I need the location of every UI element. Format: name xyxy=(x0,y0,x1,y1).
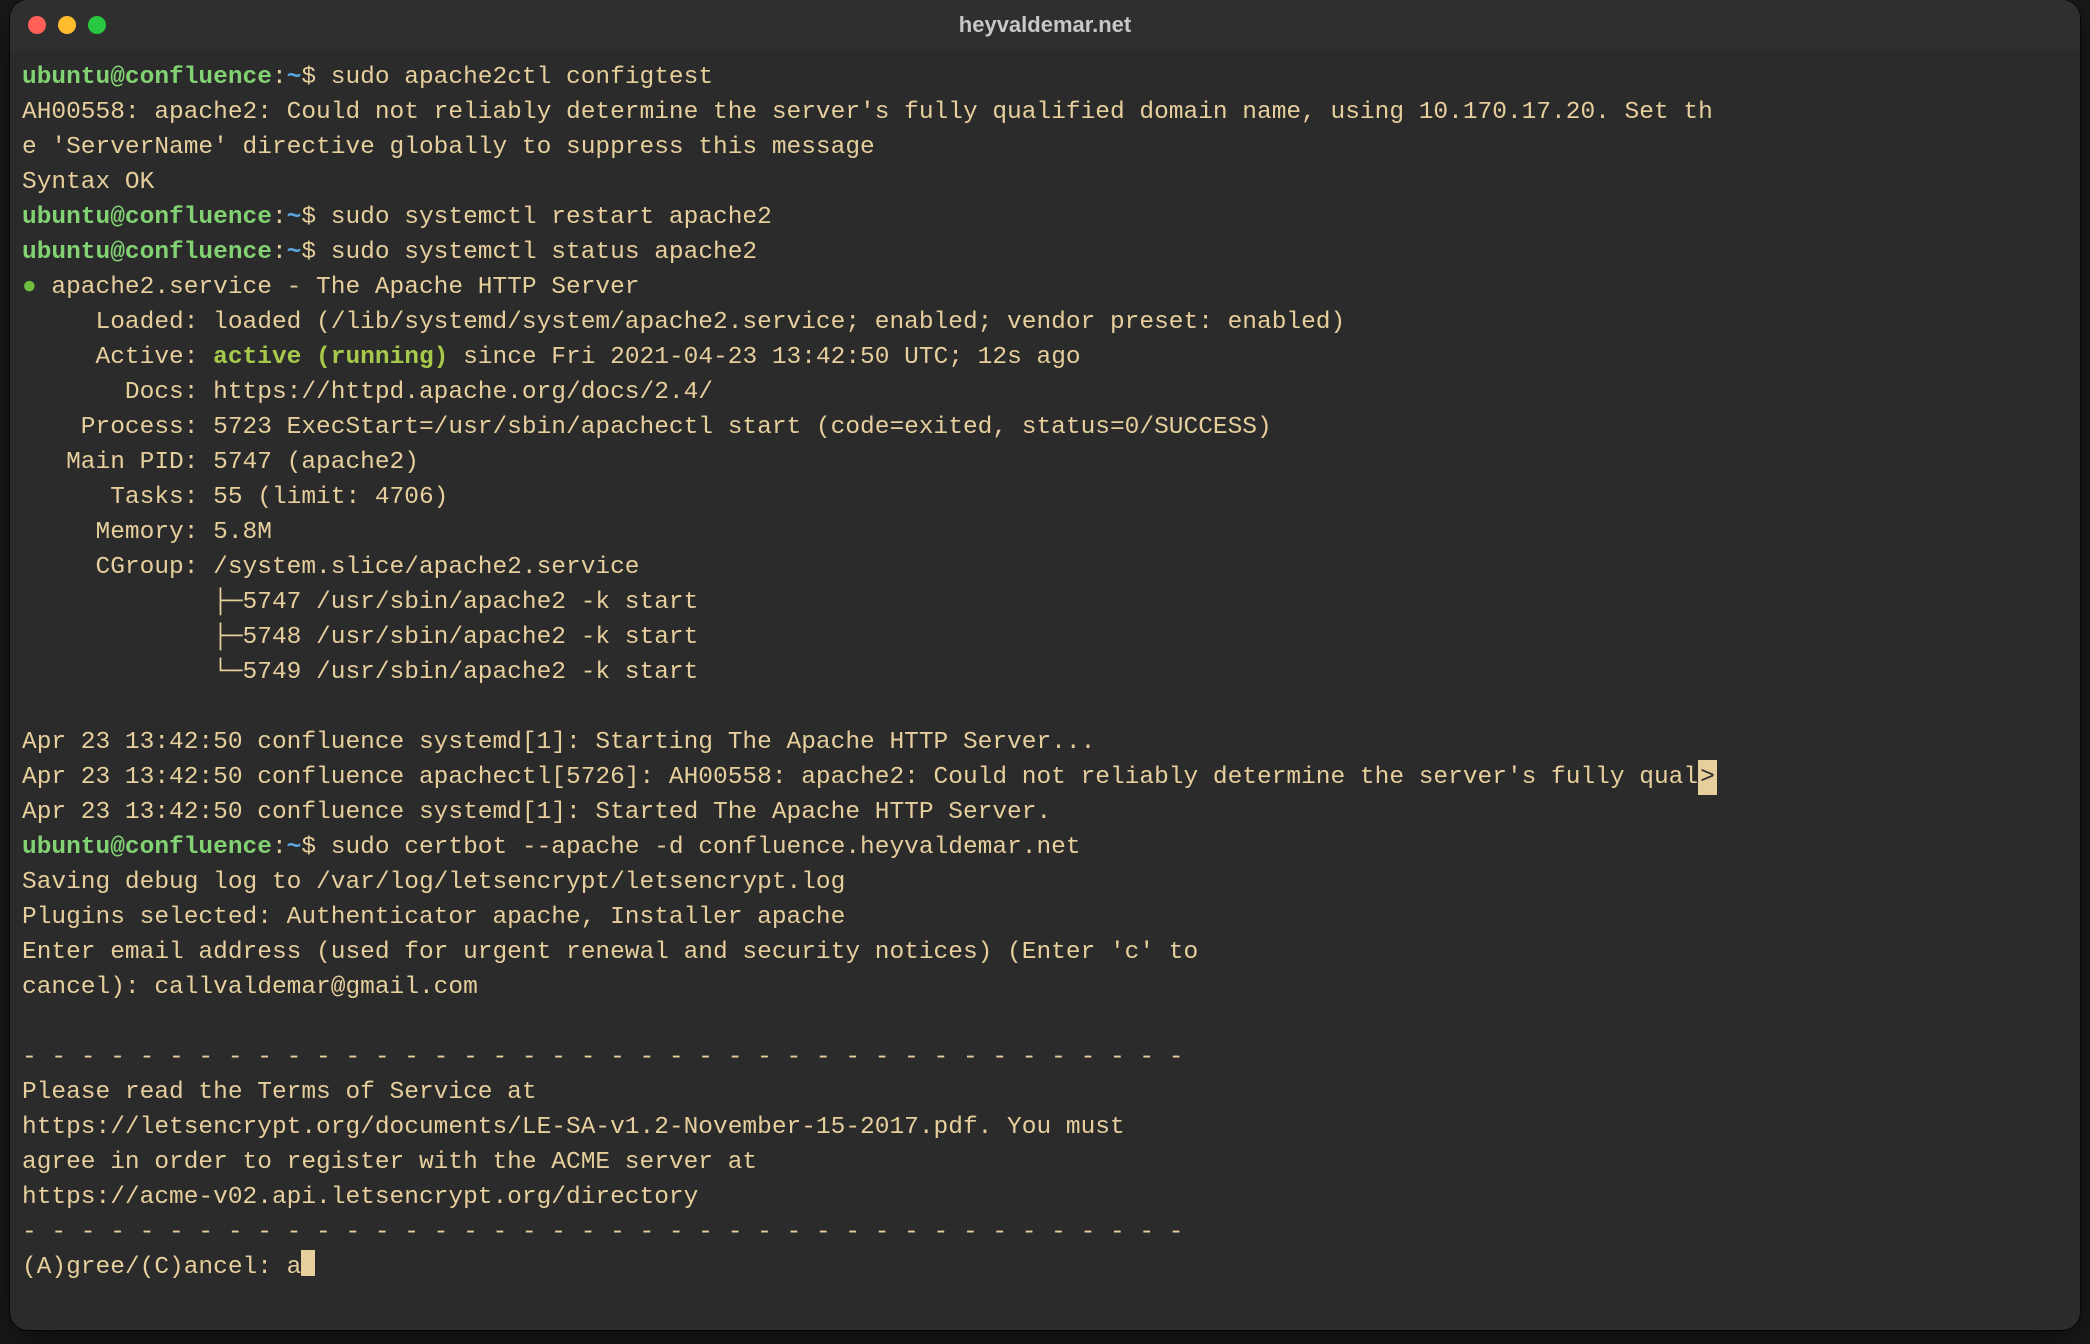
prompt-user: ubuntu xyxy=(22,239,110,266)
prompt-host: confluence xyxy=(125,64,272,91)
certbot-line: Plugins selected: Authenticator apache, … xyxy=(22,904,845,931)
window-controls xyxy=(28,16,106,34)
prompt-host: confluence xyxy=(125,834,272,861)
prompt-user: ubuntu xyxy=(22,64,110,91)
prompt-at: @ xyxy=(110,64,125,91)
prompt-path: ~ xyxy=(287,239,302,266)
output-line: AH00558: apache2: Could not reliably det… xyxy=(22,99,1713,126)
zoom-icon[interactable] xyxy=(88,16,106,34)
close-icon[interactable] xyxy=(28,16,46,34)
prompt-path: ~ xyxy=(287,834,302,861)
prompt-path: ~ xyxy=(287,204,302,231)
prompt-path: ~ xyxy=(287,64,302,91)
tos-line: agree in order to register with the ACME… xyxy=(22,1149,757,1176)
service-header: apache2.service - The Apache HTTP Server xyxy=(51,274,639,301)
service-mainpid: Main PID: 5747 (apache2) xyxy=(22,449,419,476)
status-bullet-icon: ● xyxy=(22,274,37,301)
prompt-at: @ xyxy=(110,834,125,861)
command-2: sudo systemctl restart apache2 xyxy=(331,204,772,231)
prompt-symbol: $ xyxy=(301,204,316,231)
journal-line: Apr 23 13:42:50 confluence systemd[1]: S… xyxy=(22,799,1051,826)
service-active-label: Active: xyxy=(22,344,213,371)
service-process: Process: 5723 ExecStart=/usr/sbin/apache… xyxy=(22,414,1272,441)
service-active-rest: since Fri 2021-04-23 13:42:50 UTC; 12s a… xyxy=(448,344,1080,371)
certbot-line: Saving debug log to /var/log/letsencrypt… xyxy=(22,869,845,896)
prompt-symbol: $ xyxy=(301,64,316,91)
service-memory: Memory: 5.8M xyxy=(22,519,272,546)
service-tree: └─5749 /usr/sbin/apache2 -k start xyxy=(22,659,698,686)
output-line: e 'ServerName' directive globally to sup… xyxy=(22,134,875,161)
cursor-icon xyxy=(301,1250,315,1276)
command-1: sudo apache2ctl configtest xyxy=(331,64,713,91)
prompt-host: confluence xyxy=(125,239,272,266)
titlebar[interactable]: heyvaldemar.net xyxy=(10,0,2080,50)
command-4: sudo certbot --apache -d confluence.heyv… xyxy=(331,834,1081,861)
agree-prompt-label: (A)gree/(C)ancel: xyxy=(22,1254,287,1281)
prompt-colon: : xyxy=(272,834,287,861)
service-tree: ├─5748 /usr/sbin/apache2 -k start xyxy=(22,624,698,651)
prompt-at: @ xyxy=(110,239,125,266)
certbot-line: Enter email address (used for urgent ren… xyxy=(22,939,1198,966)
terminal-body[interactable]: ubuntu@confluence:~$ sudo apache2ctl con… xyxy=(10,50,2080,1285)
prompt-symbol: $ xyxy=(301,834,316,861)
prompt-user: ubuntu xyxy=(22,834,110,861)
prompt-colon: : xyxy=(272,64,287,91)
service-tree: ├─5747 /usr/sbin/apache2 -k start xyxy=(22,589,698,616)
prompt-symbol: $ xyxy=(301,239,316,266)
tos-line: https://letsencrypt.org/documents/LE-SA-… xyxy=(22,1114,1125,1141)
prompt-at: @ xyxy=(110,204,125,231)
prompt-colon: : xyxy=(272,204,287,231)
service-active-value: active (running) xyxy=(213,344,448,371)
service-loaded: Loaded: loaded (/lib/systemd/system/apac… xyxy=(22,309,1345,336)
line-continuation-icon: > xyxy=(1698,760,1717,795)
separator: - - - - - - - - - - - - - - - - - - - - … xyxy=(22,1044,1184,1071)
output-line: Syntax OK xyxy=(22,169,154,196)
service-tasks: Tasks: 55 (limit: 4706) xyxy=(22,484,448,511)
tos-line: https://acme-v02.api.letsencrypt.org/dir… xyxy=(22,1184,698,1211)
agree-prompt-input[interactable]: a xyxy=(287,1254,302,1281)
journal-line: Apr 23 13:42:50 confluence systemd[1]: S… xyxy=(22,729,1095,756)
journal-line: Apr 23 13:42:50 confluence apachectl[572… xyxy=(22,764,1698,791)
prompt-host: confluence xyxy=(125,204,272,231)
certbot-line: cancel): callvaldemar@gmail.com xyxy=(22,974,478,1001)
terminal-window: heyvaldemar.net ubuntu@confluence:~$ sud… xyxy=(10,0,2080,1330)
service-docs: Docs: https://httpd.apache.org/docs/2.4/ xyxy=(22,379,713,406)
minimize-icon[interactable] xyxy=(58,16,76,34)
command-3: sudo systemctl status apache2 xyxy=(331,239,757,266)
separator: - - - - - - - - - - - - - - - - - - - - … xyxy=(22,1219,1184,1246)
window-title: heyvaldemar.net xyxy=(10,0,2080,50)
service-cgroup: CGroup: /system.slice/apache2.service xyxy=(22,554,640,581)
prompt-user: ubuntu xyxy=(22,204,110,231)
prompt-colon: : xyxy=(272,239,287,266)
tos-line: Please read the Terms of Service at xyxy=(22,1079,537,1106)
